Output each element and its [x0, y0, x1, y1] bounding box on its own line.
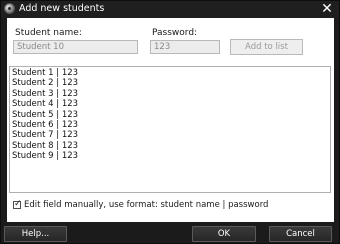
window-title: Add new students — [19, 3, 105, 14]
list-item: Student 4 | 123 — [12, 99, 79, 110]
list-item: Student 2 | 123 — [12, 78, 79, 89]
list-item: Student 5 | 123 — [12, 109, 79, 120]
checkmark-icon: ✓ — [14, 199, 22, 209]
add-to-list-button[interactable]: Add to list — [230, 39, 303, 55]
password-field[interactable] — [150, 40, 220, 54]
manual-edit-label[interactable]: Edit field manually, use format: student… — [24, 200, 268, 210]
student-name-label: Student name: — [15, 28, 82, 38]
list-item: Student 7 | 123 — [12, 130, 79, 141]
list-item: Student 9 | 123 — [12, 151, 79, 162]
list-item: Student 3 | 123 — [12, 88, 79, 99]
student-name-field[interactable] — [13, 40, 138, 54]
list-item: Student 6 | 123 — [12, 120, 79, 131]
dialog-content: Student name: Password: Add to list Stud… — [7, 18, 334, 222]
title-bar[interactable]: Add new students ✕ — [1, 1, 339, 18]
app-logo-icon — [4, 3, 15, 14]
add-students-dialog: Add new students ✕ Student name: Passwor… — [0, 0, 340, 244]
manual-edit-checkbox[interactable]: ✓ — [13, 199, 22, 209]
list-item: Student 1 | 123 — [12, 68, 79, 78]
ok-button[interactable]: OK — [192, 226, 256, 242]
cancel-button[interactable]: Cancel — [269, 226, 332, 242]
close-icon[interactable]: ✕ — [319, 1, 335, 17]
list-item: Student 8 | 123 — [12, 140, 79, 151]
password-label: Password: — [152, 28, 198, 38]
dialog-footer: Help... OK Cancel — [1, 222, 339, 243]
students-list-textarea[interactable]: Student 1 | 123 Student 2 | 123 Student … — [9, 66, 331, 193]
help-button[interactable]: Help... — [4, 226, 67, 242]
